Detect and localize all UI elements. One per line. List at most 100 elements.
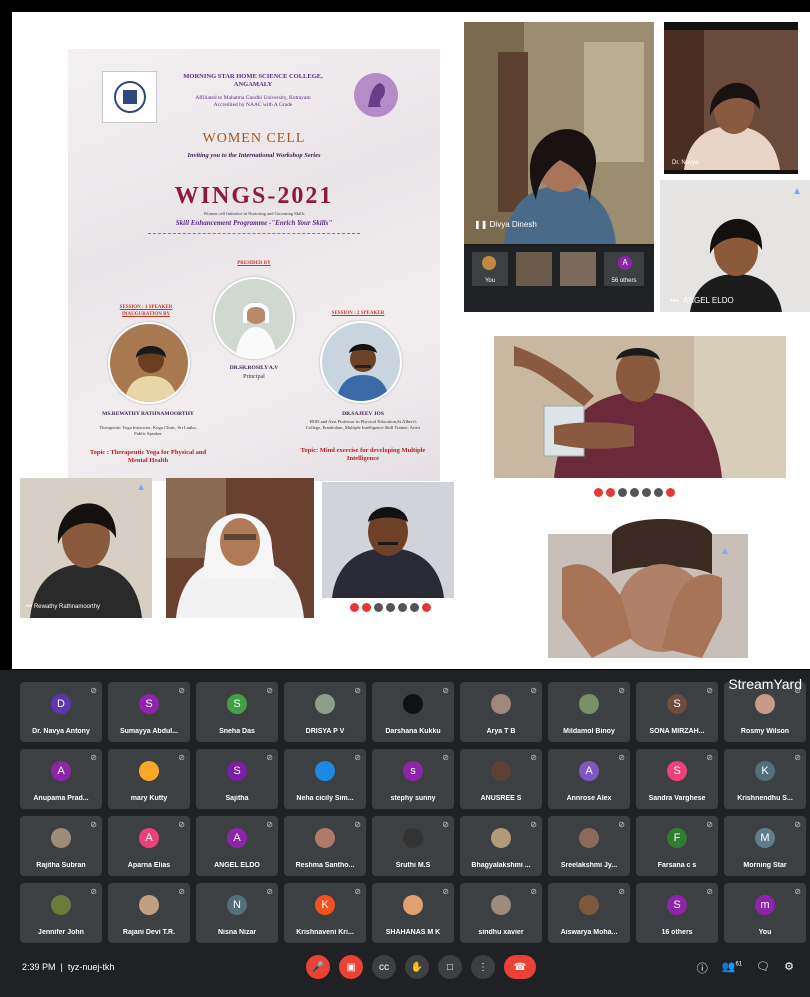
participant-tile[interactable]: ⊘ A Aparna Elias — [108, 816, 190, 876]
participant-name: Krishnaveni Kri... — [296, 929, 354, 936]
participant-tile[interactable]: ⊘ N Nisna Nizar — [196, 883, 278, 943]
participant-name: ❚❚ Divya Dinesh — [474, 220, 537, 229]
participant-tile[interactable]: ⊘ Rajani Devi T.R. — [108, 883, 190, 943]
avatar: m — [755, 895, 775, 915]
participant-tile[interactable]: ⊘ S Sumayya Abdul... — [108, 682, 190, 742]
end-call-button[interactable]: ☎ — [504, 955, 536, 979]
video-tile-rewathy[interactable]: ▲ ••• Rewathy Rathnamoorthy — [20, 478, 152, 618]
call-controls: 🎤 ▣ cc ✋ □ ⋮ ☎ — [306, 955, 536, 979]
participant-tile[interactable]: ⊘ Mildamol Binoy — [548, 682, 630, 742]
participant-tile[interactable]: ⊘ m You — [724, 883, 806, 943]
video-tile-demo-eyes[interactable]: ▲ — [492, 508, 792, 658]
participant-tile[interactable]: ⊘ K Krishnendhu S... — [724, 749, 806, 809]
tile-label: You — [484, 278, 496, 284]
participant-tile[interactable]: ⊘ SHAHANAS M K — [372, 883, 454, 943]
mic-muted-icon: ⊘ — [706, 686, 713, 695]
avatar — [315, 761, 335, 781]
participant-name: DRISYA P V — [305, 728, 345, 735]
avatar: M — [755, 828, 775, 848]
participant-tile[interactable]: ⊘ Jennifer John — [20, 883, 102, 943]
pin-icon[interactable]: ▲ — [792, 186, 802, 197]
call-controls — [594, 488, 675, 497]
participant-tile[interactable]: ⊘ S 16 others — [636, 883, 718, 943]
activities-icon[interactable]: ⚙ — [784, 960, 794, 976]
avatar: A — [579, 761, 599, 781]
participant-name: Sreelakshmi Jy... — [560, 862, 618, 869]
mic-muted-icon: ⊘ — [266, 753, 273, 762]
camera-off-button[interactable]: ▣ — [339, 955, 363, 979]
participant-tile[interactable]: ⊘ Aiswarya Moha... — [548, 883, 630, 943]
video-tile-angel[interactable]: ▲ ••• ANGEL ELDO — [660, 180, 810, 312]
participant-name: Nisna Nizar — [217, 929, 257, 936]
women-cell-title: WOMEN CELL — [202, 131, 306, 146]
mic-muted-icon: ⊘ — [706, 887, 713, 896]
pin-icon[interactable]: ▲ — [136, 482, 146, 493]
participant-tile[interactable]: ⊘ Reshma Santho... — [284, 816, 366, 876]
avatar — [315, 694, 335, 714]
participant-tile[interactable]: ⊘ A Annrose Alex — [548, 749, 630, 809]
mic-off-button[interactable]: 🎤 — [306, 955, 330, 979]
participant-name: stephy sunny — [390, 795, 436, 802]
presider-name: DR.SR.ROSILY A.V — [229, 365, 279, 371]
participant-tile[interactable]: ⊘ S SONA MIRZAH... — [636, 682, 718, 742]
participant-name: Aparna Elias — [127, 862, 171, 869]
participant-tile[interactable]: ⊘ Darshana Kukku — [372, 682, 454, 742]
participant-tile[interactable]: ⊘ A Anupama Prad... — [20, 749, 102, 809]
present-button[interactable]: □ — [438, 955, 462, 979]
captions-button[interactable]: cc — [372, 955, 396, 979]
participant-tile[interactable]: ⊘ ANUSREE S — [460, 749, 542, 809]
avatar — [403, 694, 423, 714]
participant-tile[interactable]: ⊘ S Sandra Varghese — [636, 749, 718, 809]
participant-tile[interactable]: ⊘ S Sneha Das — [196, 682, 278, 742]
participant-tile[interactable]: ⊘ mary Kutty — [108, 749, 190, 809]
mic-muted-icon: ⊘ — [354, 887, 361, 896]
info-icon[interactable]: ⓘ — [697, 960, 708, 976]
participant-tile[interactable]: ⊘ K Krishnaveni Kri... — [284, 883, 366, 943]
participant-tile[interactable]: ⊘ F Farsana c s — [636, 816, 718, 876]
participant-tile[interactable]: ⊘ Arya T B — [460, 682, 542, 742]
mic-muted-icon: ⊘ — [618, 820, 625, 829]
participant-tile[interactable]: ⊘ D Dr. Navya Antony — [20, 682, 102, 742]
video-tile-speaker2[interactable] — [322, 482, 454, 616]
video-tile-presider[interactable] — [166, 478, 314, 618]
mic-muted-icon: ⊘ — [530, 753, 537, 762]
participant-tile[interactable]: ⊘ DRISYA P V — [284, 682, 366, 742]
tile-others[interactable]: A 56 others — [604, 252, 644, 286]
wings-title: WINGS-2021 — [174, 183, 334, 209]
people-icon[interactable]: 👥61 — [722, 960, 742, 976]
avatar — [51, 895, 71, 915]
participant-tile[interactable]: ⊘ Rajitha Subran — [20, 816, 102, 876]
raise-hand-button[interactable]: ✋ — [405, 955, 429, 979]
video-tile-divya[interactable]: ❚❚ Divya Dinesh You A 56 others — [464, 22, 654, 312]
participant-name: Neha cicily Sim... — [296, 795, 354, 802]
speaker1-name: MS.REWATHY RATHNAMOORTHY — [102, 411, 194, 417]
tile-you[interactable]: You — [472, 252, 508, 286]
invite-line: Inviting you to the International Worksh… — [187, 152, 321, 159]
affiliation: Affiliated to Mahatma Gandhi University,… — [195, 95, 311, 109]
tile-thumb[interactable] — [516, 252, 552, 286]
participant-tile[interactable]: ⊘ Neha cicily Sim... — [284, 749, 366, 809]
video-tile-navya[interactable]: Dr. Navya — [664, 22, 798, 174]
chat-icon[interactable]: 🗨 — [756, 960, 770, 976]
participant-name: sindhu xavier — [478, 929, 524, 936]
participant-tile[interactable]: ⊘ Sreelakshmi Jy... — [548, 816, 630, 876]
participant-tile[interactable]: ⊘ s stephy sunny — [372, 749, 454, 809]
participant-tile[interactable]: ⊘ A ANGEL ELDO — [196, 816, 278, 876]
mic-muted-icon: ⊘ — [266, 887, 273, 896]
avatar — [139, 895, 159, 915]
participant-tile[interactable]: ⊘ sindhu xavier — [460, 883, 542, 943]
pin-icon[interactable]: ▲ — [720, 546, 730, 557]
avatar — [491, 895, 511, 915]
participant-tile[interactable]: ⊘ Sruthi M.S — [372, 816, 454, 876]
avatar: N — [227, 895, 247, 915]
participant-tile[interactable]: ⊘ M Morning Star — [724, 816, 806, 876]
participant-tile[interactable]: ⊘ S Sajitha — [196, 749, 278, 809]
video-tile-demo-glass[interactable] — [494, 332, 786, 508]
side-controls: ⓘ 👥61 🗨 ⚙ — [697, 960, 794, 976]
participant-tile[interactable]: ⊘ Bhagyalakshmi ... — [460, 816, 542, 876]
tile-thumb[interactable] — [560, 252, 596, 286]
participant-grid: ⊘ D Dr. Navya Antony ⊘ S Sumayya Abdul... ⊘ S Sn… — [20, 682, 806, 944]
more-options-button[interactable]: ⋮ — [471, 955, 495, 979]
mic-muted-icon: ⊘ — [794, 753, 801, 762]
presided-label: PRESIDED BY — [237, 261, 271, 266]
